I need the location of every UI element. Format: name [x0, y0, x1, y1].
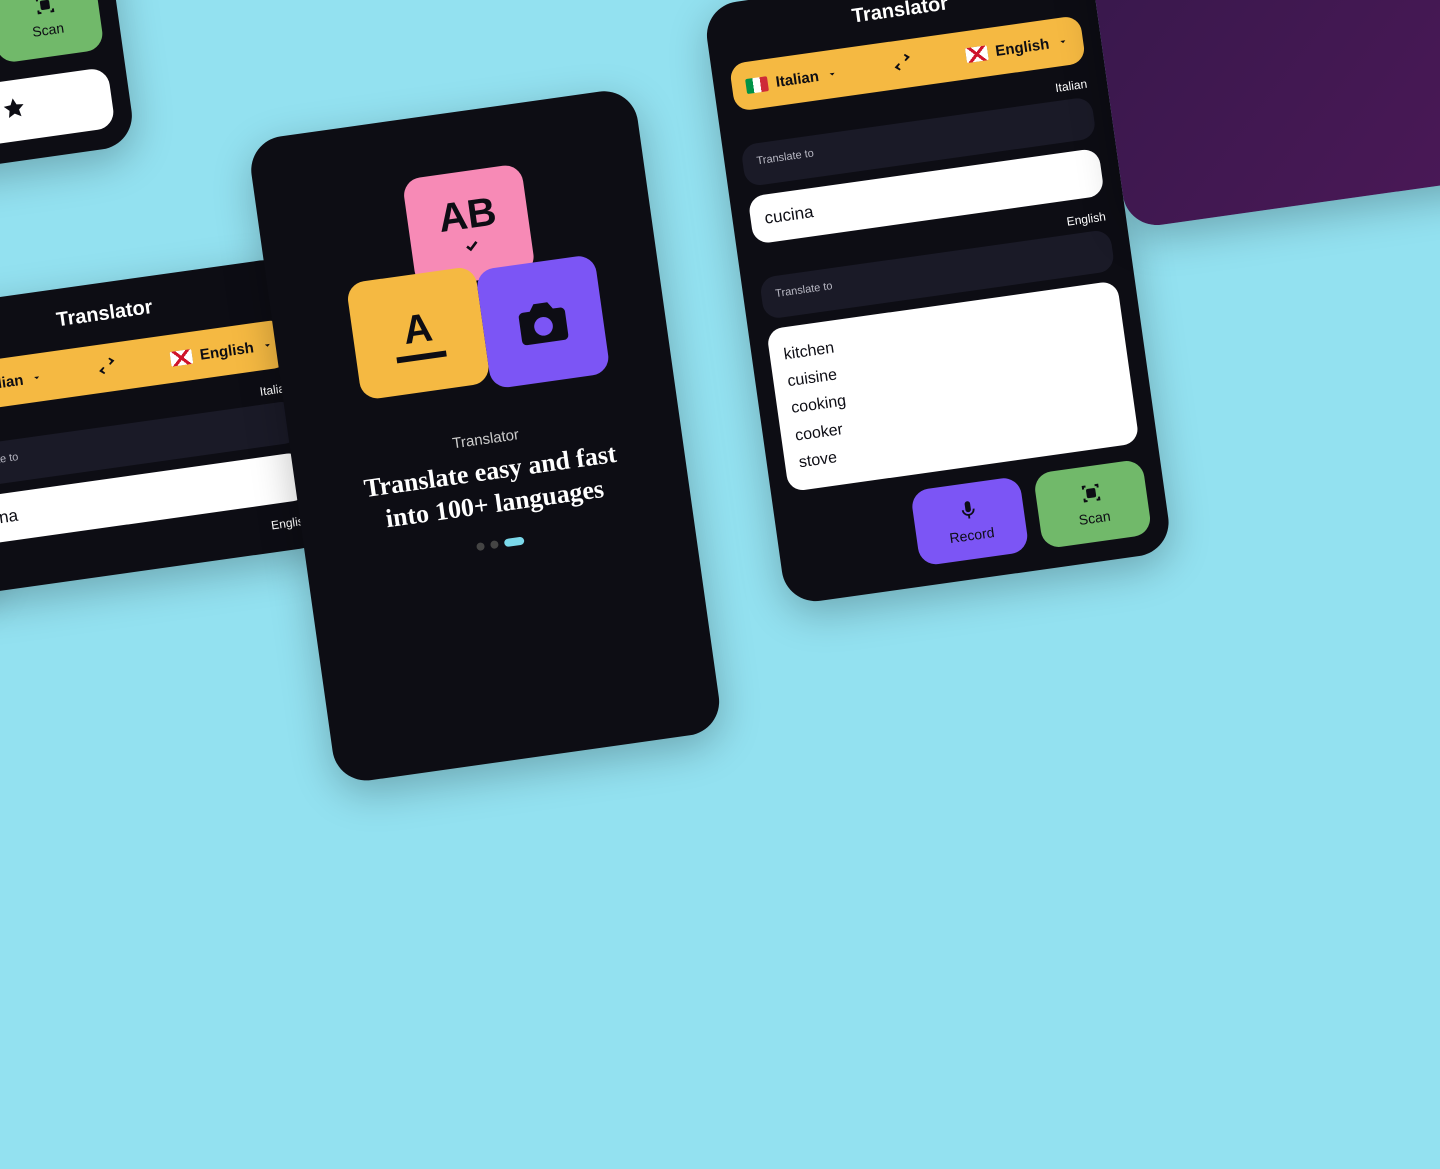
camera-icon — [511, 290, 574, 353]
dot[interactable] — [476, 542, 485, 551]
scan-button[interactable]: Scan — [0, 0, 105, 63]
target-language[interactable]: English — [169, 336, 275, 367]
chevron-down-icon — [30, 370, 44, 384]
target-language[interactable]: English — [965, 32, 1071, 63]
text-tile: A — [346, 265, 491, 400]
source-language[interactable]: Italian — [745, 64, 840, 94]
dot-active[interactable] — [504, 536, 525, 547]
check-icon — [456, 235, 488, 255]
camera-tile — [475, 253, 611, 389]
scan-button[interactable]: Scan — [1033, 458, 1152, 549]
results-list: kitchen cuisine cooking cooker stove — [782, 296, 1124, 476]
flag-uk-icon — [169, 348, 193, 366]
favorites-icon[interactable] — [0, 94, 28, 126]
flag-uk-icon — [965, 44, 989, 62]
bottom-nav: + — [0, 66, 116, 176]
swap-languages-icon[interactable] — [891, 50, 914, 77]
chevron-down-icon — [1056, 34, 1070, 48]
phone-translate-result: Translate to English Translate to Where … — [0, 0, 136, 198]
record-button[interactable]: Record — [910, 475, 1029, 566]
chevron-down-icon — [261, 338, 275, 352]
swap-languages-icon[interactable] — [95, 354, 118, 381]
flag-italy-icon — [745, 75, 769, 93]
splash-illustration: AB A — [273, 148, 656, 425]
phone-splash: AB A Translator Translate easy and fast … — [247, 86, 724, 784]
dot[interactable] — [490, 540, 499, 549]
chevron-down-icon — [826, 67, 840, 81]
phone-translator-results: Translator Italian English Italian Trans… — [703, 0, 1173, 605]
source-language[interactable]: Italian — [0, 368, 44, 398]
